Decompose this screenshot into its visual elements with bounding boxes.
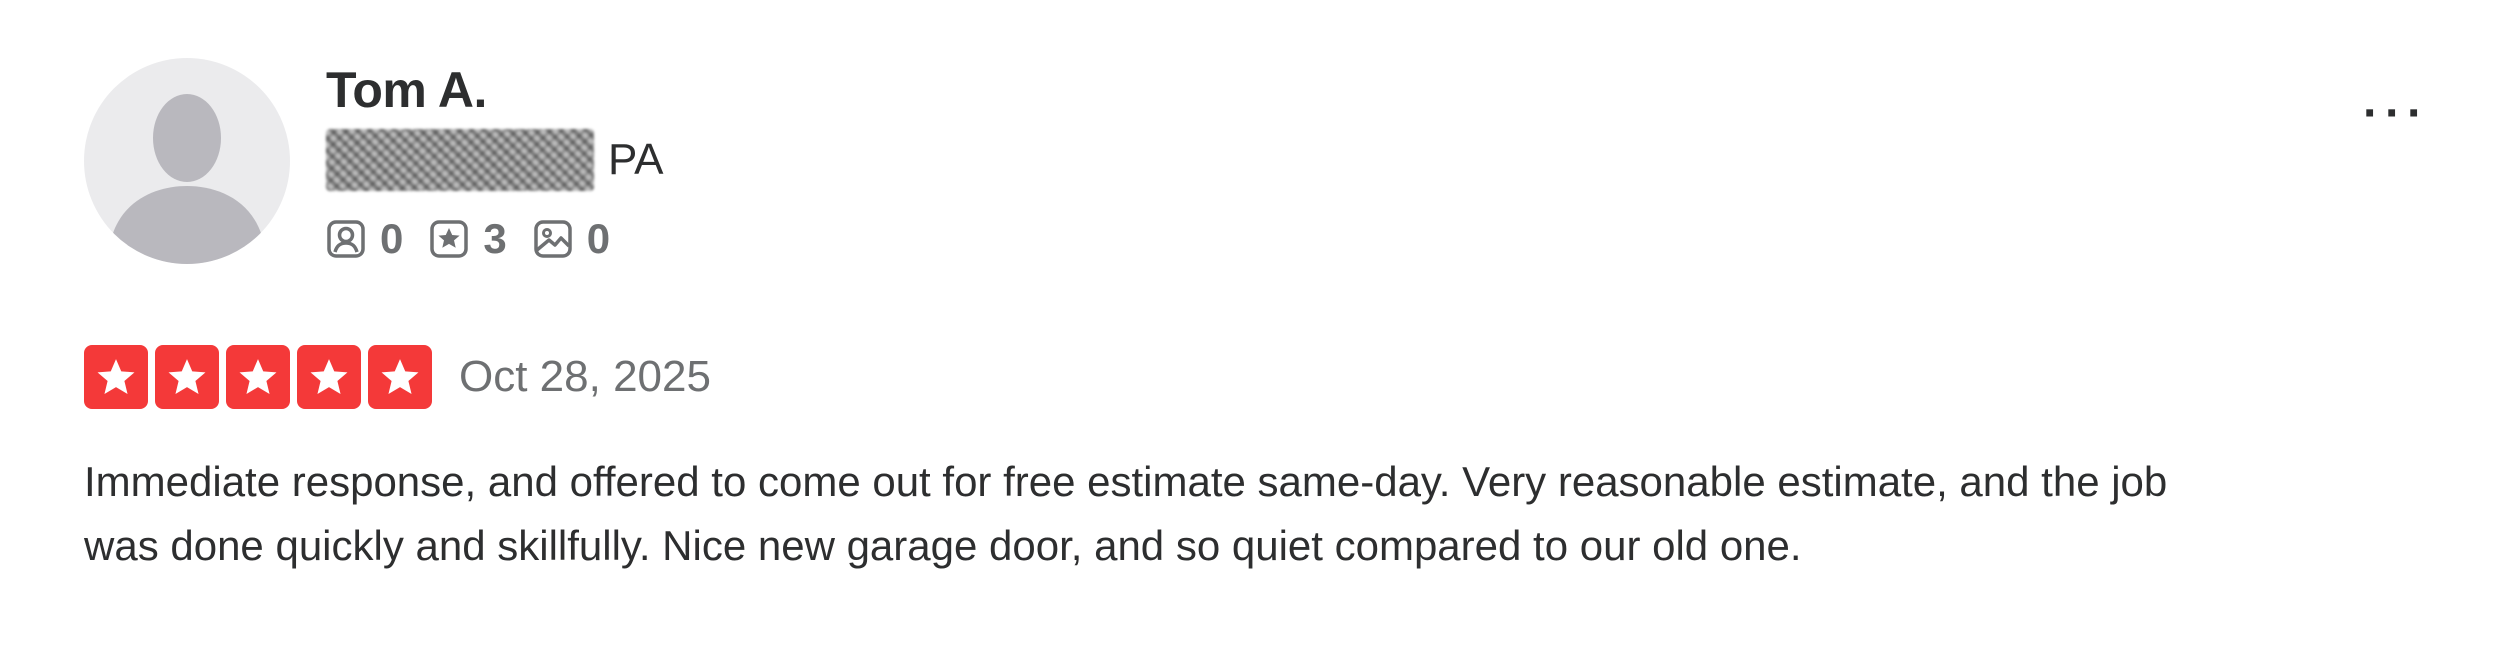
review-card: Tom A. PA 0 3 0 ··· Oct 28, 2025 Immedia… xyxy=(0,0,2500,655)
photos-count-stat: 0 xyxy=(533,215,610,263)
reviewer-name[interactable]: Tom A. xyxy=(326,62,487,118)
more-options-button[interactable]: ··· xyxy=(2356,87,2436,146)
rating-star-5 xyxy=(368,345,432,409)
friends-icon xyxy=(327,220,365,258)
star-icon xyxy=(381,359,419,395)
rating-star-1 xyxy=(84,345,148,409)
star-icon xyxy=(168,359,206,395)
more-options-icon: ··· xyxy=(2363,87,2429,140)
reviewer-avatar[interactable] xyxy=(84,58,290,264)
friends-count: 0 xyxy=(380,215,404,262)
rating-star-4 xyxy=(297,345,361,409)
review-date: Oct 28, 2025 xyxy=(459,352,711,401)
review-text: Immediate response, and offered to come … xyxy=(84,458,2168,569)
star-icon xyxy=(310,359,348,395)
star-icon xyxy=(239,359,277,395)
redacted-location-city xyxy=(326,129,594,191)
star-icon xyxy=(97,359,135,395)
rating-star-2 xyxy=(155,345,219,409)
friends-count-stat: 0 xyxy=(326,215,403,263)
location-state: PA xyxy=(608,135,664,184)
reviewer-location: PA xyxy=(326,128,663,192)
star-badge-icon xyxy=(430,220,469,258)
rating-star-3 xyxy=(226,345,290,409)
reviewer-stats: 0 3 0 xyxy=(326,210,636,268)
review-rating-row: Oct 28, 2025 xyxy=(84,344,711,410)
default-user-silhouette-icon xyxy=(112,94,262,264)
reviews-count: 3 xyxy=(483,215,507,262)
reviews-count-stat: 3 xyxy=(429,215,507,263)
photo-icon xyxy=(533,220,572,258)
photos-count: 0 xyxy=(586,215,611,262)
